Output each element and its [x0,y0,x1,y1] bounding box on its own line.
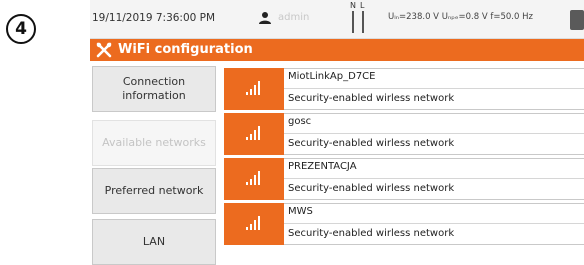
sidebar-item-label: Connection information [122,75,186,102]
phase-n-bar [352,11,354,33]
status-bar: 19/11/2019 7:36:00 PM admin N L Uₗₙ=238.… [90,0,584,39]
device-screen: 19/11/2019 7:36:00 PM admin N L Uₗₙ=238.… [90,0,584,265]
sidebar-item-available-networks: Available networks [92,120,216,166]
phase-indicator: N L [348,2,370,34]
network-signal-cell [224,158,284,200]
sidebar-item-preferred-network[interactable]: Preferred network [92,168,216,214]
step-number-badge: 4 [6,14,36,44]
network-list-item[interactable]: gosc Security-enabled wirless network [224,113,584,155]
network-info: gosc Security-enabled wirless network [284,113,584,155]
phase-n-label: N [350,1,356,10]
wifi-signal-icon [246,81,260,95]
row-divider [284,88,584,89]
network-ssid: PREZENTACJA [288,161,357,172]
network-description: Security-enabled wirless network [288,228,455,239]
network-list: MiotLinkAp_D7CE Security-enabled wirless… [224,68,584,248]
wifi-signal-icon [246,216,260,230]
network-description: Security-enabled wirless network [288,138,455,149]
row-divider [284,178,584,179]
datetime: 19/11/2019 7:36:00 PM [92,12,216,24]
page-title: WiFi configuration [118,42,253,57]
tools-icon [96,42,112,58]
network-signal-cell [224,113,284,155]
sidebar-item-connection-information[interactable]: Connection information [92,66,216,112]
phase-l-bar [362,11,364,33]
voltage-readout: Uₗₙ=238.0 V Uₙₚₑ=0.8 V f=50.0 Hz [388,12,533,22]
network-info: MiotLinkAp_D7CE Security-enabled wirless… [284,68,584,110]
step-number: 4 [15,19,27,39]
network-signal-cell [224,68,284,110]
network-info: PREZENTACJA Security-enabled wirless net… [284,158,584,200]
row-divider [284,133,584,134]
sidebar: Connection information Available network… [90,64,216,265]
sidebar-item-label: LAN [142,235,166,248]
sidebar-item-label: Available networks [102,136,206,149]
row-divider [284,223,584,224]
network-list-item[interactable]: MiotLinkAp_D7CE Security-enabled wirless… [224,68,584,110]
network-ssid: gosc [288,116,312,127]
network-description: Security-enabled wirless network [288,93,455,104]
title-bar: WiFi configuration [90,39,584,61]
network-ssid: MiotLinkAp_D7CE [288,71,376,82]
battery-icon [570,10,584,30]
wifi-signal-icon [246,126,260,140]
network-signal-cell [224,203,284,245]
network-list-item[interactable]: MWS Security-enabled wirless network [224,203,584,245]
user-name: admin [278,12,310,23]
phase-l-label: L [360,1,365,10]
wifi-signal-icon [246,171,260,185]
network-info: MWS Security-enabled wirless network [284,203,584,245]
network-ssid: MWS [288,206,313,217]
user-icon [259,12,271,24]
network-description: Security-enabled wirless network [288,183,455,194]
network-list-item[interactable]: PREZENTACJA Security-enabled wirless net… [224,158,584,200]
sidebar-item-lan[interactable]: LAN [92,219,216,265]
sidebar-item-label: Preferred network [104,184,204,197]
